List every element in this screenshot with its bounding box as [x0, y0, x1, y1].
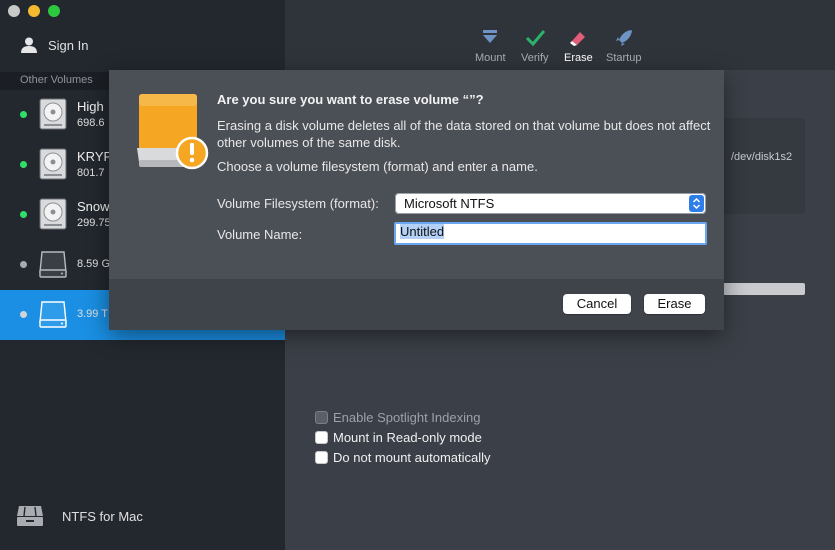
brand-name: NTFS for Mac: [62, 508, 143, 524]
volume-size: 3.99 T: [77, 308, 108, 320]
volume-size: 299.75: [77, 217, 111, 229]
mount-options: Enable Spotlight Indexing Mount in Read-…: [315, 407, 491, 467]
minimize-window-button[interactable]: [28, 5, 40, 17]
volume-name-value: Untitled: [400, 224, 445, 239]
checkbox-box[interactable]: [315, 430, 328, 444]
volume-size: 801.7: [77, 167, 105, 179]
volume-size: 698.6: [77, 117, 105, 129]
volume-size: 8.59 G: [77, 258, 111, 270]
external-disk-icon: [39, 251, 67, 278]
verify-button[interactable]: Verify: [521, 28, 549, 64]
select-arrows: [689, 195, 704, 212]
erase-confirm-button[interactable]: Erase: [644, 294, 705, 314]
user-icon: [21, 37, 37, 53]
hard-disk-icon: [39, 198, 67, 230]
mount-status-dot: [20, 261, 27, 268]
brand-icon: [17, 506, 43, 526]
cancel-button[interactable]: Cancel: [563, 294, 631, 314]
mount-status-dot: [20, 211, 27, 218]
erase-button[interactable]: Erase: [564, 28, 593, 64]
brand-footer: NTFS for Mac: [16, 504, 143, 528]
close-window-button[interactable]: [8, 5, 20, 17]
mount-button[interactable]: Mount: [475, 28, 506, 64]
erase-dialog: Are you sure you want to erase volume “”…: [109, 70, 724, 330]
verify-label: Verify: [521, 52, 549, 64]
dialog-instruction: Choose a volume filesystem (format) and …: [217, 159, 538, 174]
zoom-window-button[interactable]: [48, 5, 60, 17]
hard-disk-icon: [39, 98, 67, 130]
mount-status-dot: [20, 161, 27, 168]
verify-icon: [525, 30, 545, 47]
volume-name: KRYP: [77, 149, 113, 164]
startup-button[interactable]: Startup: [606, 28, 641, 64]
read-only-checkbox[interactable]: Mount in Read-only mode: [315, 427, 491, 447]
mount-status-dot: [20, 111, 27, 118]
no-automount-checkbox[interactable]: Do not mount automatically: [315, 447, 491, 467]
dialog-footer: [109, 279, 724, 330]
toolbar: Mount Verify Erase Startup: [285, 0, 835, 70]
external-disk-icon: [39, 301, 67, 328]
startup-label: Startup: [606, 52, 642, 64]
mount-icon: [483, 30, 498, 43]
checkbox-box[interactable]: [315, 450, 328, 464]
erase-icon: [570, 32, 586, 46]
filesystem-label: Volume Filesystem (format):: [217, 196, 379, 211]
checkbox-box[interactable]: [315, 410, 328, 424]
dialog-message: Erasing a disk volume deletes all of the…: [217, 118, 711, 150]
startup-icon: [615, 30, 632, 46]
erase-label: Erase: [564, 52, 593, 64]
filesystem-value: Microsoft NTFS: [404, 196, 495, 211]
checkbox-label: Do not mount automatically: [333, 449, 491, 465]
volume-name-label: Volume Name:: [217, 227, 303, 242]
chevron-updown-icon: [692, 197, 701, 210]
volume-name: Snow: [77, 199, 110, 214]
hard-disk-icon: [39, 148, 67, 180]
checkbox-label: Mount in Read-only mode: [333, 429, 482, 445]
filesystem-select[interactable]: Microsoft NTFS: [395, 193, 706, 214]
spotlight-checkbox[interactable]: Enable Spotlight Indexing: [315, 407, 491, 427]
window-controls: [8, 5, 60, 17]
volume-name-input[interactable]: Untitled: [394, 222, 707, 245]
volume-name: High: [77, 99, 104, 114]
checkbox-label: Enable Spotlight Indexing: [333, 409, 481, 425]
device-path: /dev/disk1s2: [731, 151, 793, 163]
mount-status-dot: [20, 311, 27, 318]
dialog-title: Are you sure you want to erase volume “”…: [217, 92, 484, 107]
mount-label: Mount: [475, 52, 506, 64]
sign-in-label: Sign In: [48, 37, 89, 53]
warning-drive-icon: [137, 94, 209, 170]
sign-in-button[interactable]: Sign In: [20, 36, 88, 54]
